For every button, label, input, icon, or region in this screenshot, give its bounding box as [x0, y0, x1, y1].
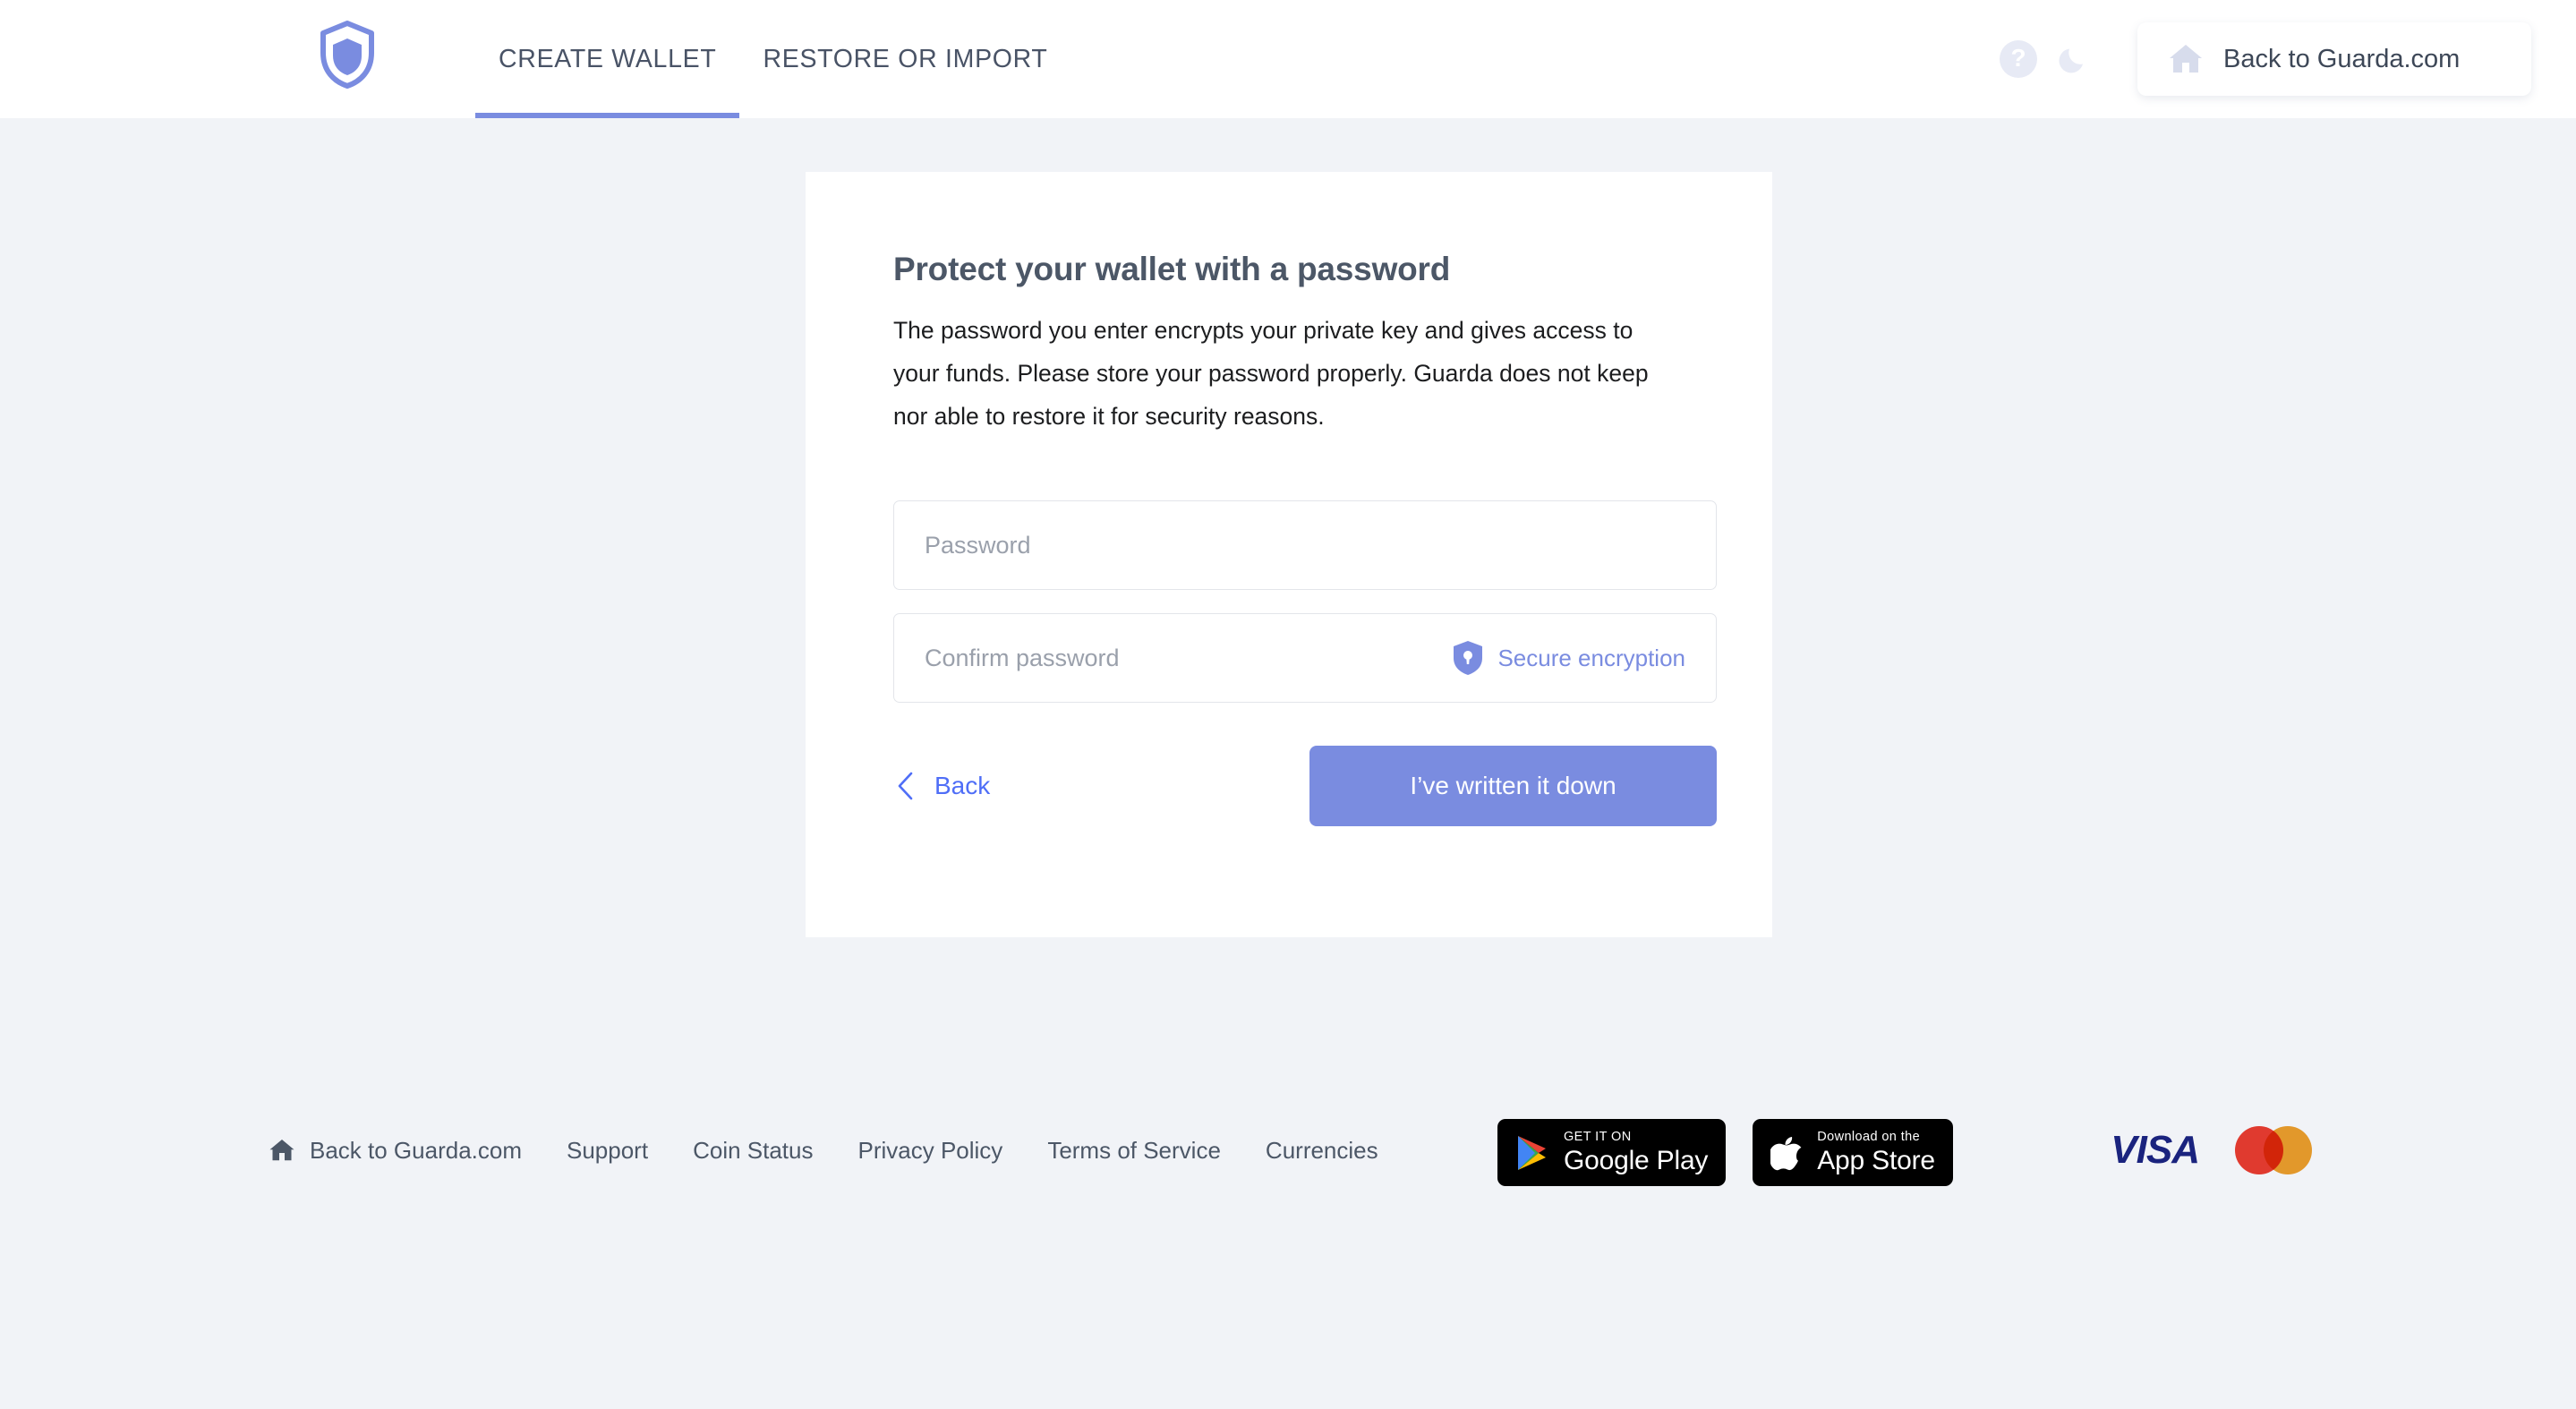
card-actions: Back I’ve written it down — [893, 746, 1717, 826]
tab-create-wallet-label: CREATE WALLET — [499, 44, 717, 73]
page-footer: Back to Guarda.com Support Coin Status P… — [0, 1083, 2576, 1217]
app-store-small-label: Download on the — [1817, 1130, 1921, 1145]
payment-logos: VISA — [2111, 1126, 2312, 1174]
guarda-shield-logo-icon[interactable] — [318, 20, 377, 90]
footer-link-support[interactable]: Support — [567, 1137, 648, 1165]
home-icon — [269, 1138, 295, 1163]
password-input[interactable] — [925, 501, 1685, 589]
footer-links: Back to Guarda.com Support Coin Status P… — [269, 1137, 1378, 1165]
theme-toggle-button[interactable] — [2046, 31, 2102, 87]
page-title: Protect your wallet with a password — [893, 251, 1451, 287]
tab-restore-or-import-label: RESTORE OR IMPORT — [763, 44, 1048, 73]
back-button[interactable]: Back — [893, 771, 990, 801]
google-play-text: GET IT ON Google Play — [1564, 1131, 1708, 1174]
visa-logo: VISA — [2111, 1128, 2200, 1172]
footer-link-terms-of-service[interactable]: Terms of Service — [1047, 1137, 1221, 1165]
shield-lock-icon — [1453, 640, 1483, 676]
back-to-guarda-label: Back to Guarda.com — [2223, 44, 2461, 73]
footer-top-row: Back to Guarda.com Support Coin Status P… — [0, 1083, 2576, 1217]
password-card: Protect your wallet with a password The … — [806, 172, 1772, 937]
home-icon — [2168, 43, 2204, 75]
app-store-text: Download on the App Store — [1817, 1131, 1935, 1174]
google-play-icon — [1515, 1134, 1549, 1172]
mastercard-orange-circle — [2264, 1126, 2312, 1174]
secure-encryption-badge: Secure encryption — [1453, 640, 1685, 676]
google-play-badge[interactable]: GET IT ON Google Play — [1497, 1119, 1727, 1186]
back-to-guarda-button[interactable]: Back to Guarda.com — [2137, 22, 2531, 96]
footer-link-currencies[interactable]: Currencies — [1266, 1137, 1378, 1165]
written-it-down-button[interactable]: I’ve written it down — [1309, 746, 1717, 826]
google-play-big-label: Google Play — [1564, 1145, 1709, 1175]
card-content: Protect your wallet with a password The … — [806, 172, 1772, 826]
secure-encryption-label: Secure encryption — [1497, 644, 1685, 671]
app-store-big-label: App Store — [1817, 1145, 1935, 1175]
chevron-left-icon — [895, 771, 915, 801]
footer-link-back-to-guarda[interactable]: Back to Guarda.com — [310, 1137, 522, 1165]
google-play-small-label: GET IT ON — [1564, 1130, 1632, 1145]
mastercard-logo — [2235, 1126, 2312, 1174]
header-actions: ? Back to Guarda.com — [1991, 0, 2576, 118]
question-mark-icon: ? — [2000, 40, 2037, 78]
footer-link-coin-status[interactable]: Coin Status — [693, 1137, 813, 1165]
confirm-password-field-wrapper[interactable]: Secure encryption — [893, 613, 1717, 703]
card-description: The password you enter encrypts your pri… — [893, 317, 1649, 430]
page-root: CREATE WALLET RESTORE OR IMPORT ? Back t… — [0, 0, 2576, 1409]
app-header: CREATE WALLET RESTORE OR IMPORT ? Back t… — [0, 0, 2576, 118]
tab-create-wallet[interactable]: CREATE WALLET — [475, 0, 740, 118]
app-store-badge[interactable]: Download on the App Store — [1753, 1119, 1953, 1186]
password-form: Secure encryption — [893, 500, 1717, 703]
footer-link-privacy-policy[interactable]: Privacy Policy — [857, 1137, 1002, 1165]
help-button[interactable]: ? — [1991, 31, 2046, 87]
apple-icon — [1770, 1134, 1803, 1172]
back-button-label: Back — [934, 772, 991, 799]
tab-restore-or-import[interactable]: RESTORE OR IMPORT — [739, 0, 1070, 118]
store-badges: GET IT ON Google Play Download on the Ap… — [1497, 1119, 1980, 1186]
help-glyph: ? — [2010, 43, 2026, 72]
moon-icon — [2055, 40, 2093, 78]
header-tabs: CREATE WALLET RESTORE OR IMPORT — [475, 0, 1071, 118]
password-field-wrapper[interactable] — [893, 500, 1717, 590]
